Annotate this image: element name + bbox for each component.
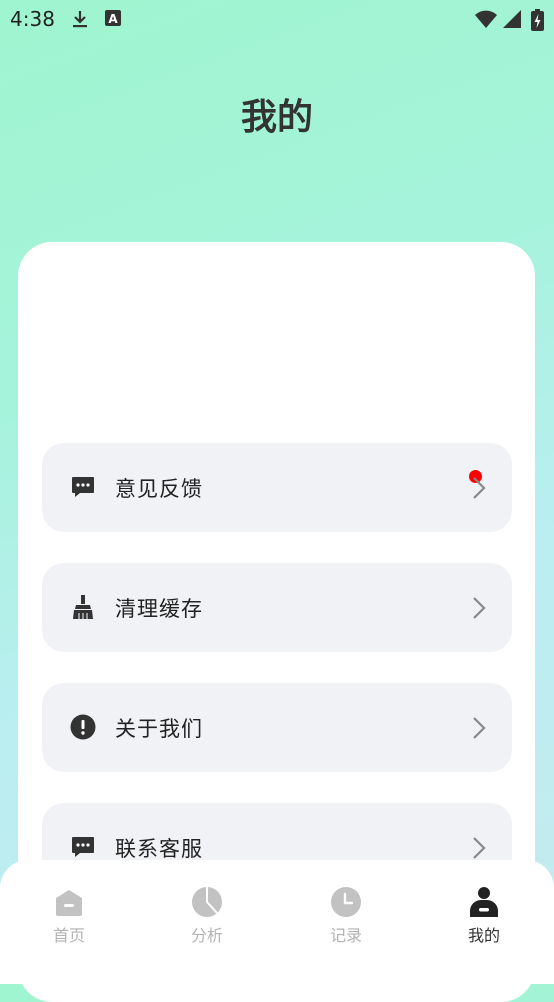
keyboard-a-icon: A [105, 10, 121, 26]
battery-charging-icon [531, 9, 544, 31]
status-bar: 4:38 A [0, 0, 554, 38]
tab-label: 我的 [467, 926, 500, 945]
home-icon [56, 890, 82, 916]
chevron-right-icon [473, 597, 486, 619]
pie-chart-icon [192, 887, 222, 917]
tab-label: 记录 [329, 926, 362, 945]
menu-item-label: 联系客服 [115, 837, 203, 861]
menu-item-feedback[interactable]: 意见反馈 [42, 443, 512, 532]
menu-item-clear-cache[interactable]: 清理缓存 [42, 563, 512, 652]
clock-icon [331, 887, 361, 917]
svg-text:A: A [108, 12, 118, 26]
tab-home[interactable]: 首页 [24, 886, 114, 946]
menu-item-label: 意见反馈 [115, 477, 203, 501]
tab-label: 首页 [52, 926, 85, 945]
feedback-chat-icon [72, 477, 94, 497]
tab-records[interactable]: 记录 [301, 886, 391, 946]
user-icon [470, 887, 498, 917]
menu-item-label: 关于我们 [115, 717, 203, 741]
status-time: 4:38 [10, 7, 55, 31]
broom-icon [73, 595, 93, 619]
page-title: 我的 [240, 97, 313, 138]
info-alert-icon [70, 714, 96, 740]
signal-icon [503, 10, 521, 28]
wifi-icon [475, 10, 497, 28]
chevron-right-icon [473, 717, 486, 739]
chevron-right-icon [473, 837, 486, 859]
menu-item-label: 清理缓存 [115, 597, 203, 621]
tab-analysis[interactable]: 分析 [162, 886, 252, 946]
chat-icon [72, 837, 94, 857]
menu-item-about-us[interactable]: 关于我们 [42, 683, 512, 772]
download-icon [73, 11, 87, 28]
bottom-tab-bar: 首页 分析 记录 我的 [0, 860, 554, 984]
tab-label: 分析 [190, 926, 223, 945]
tab-mine[interactable]: 我的 [439, 886, 529, 946]
chevron-right-icon [473, 477, 486, 499]
